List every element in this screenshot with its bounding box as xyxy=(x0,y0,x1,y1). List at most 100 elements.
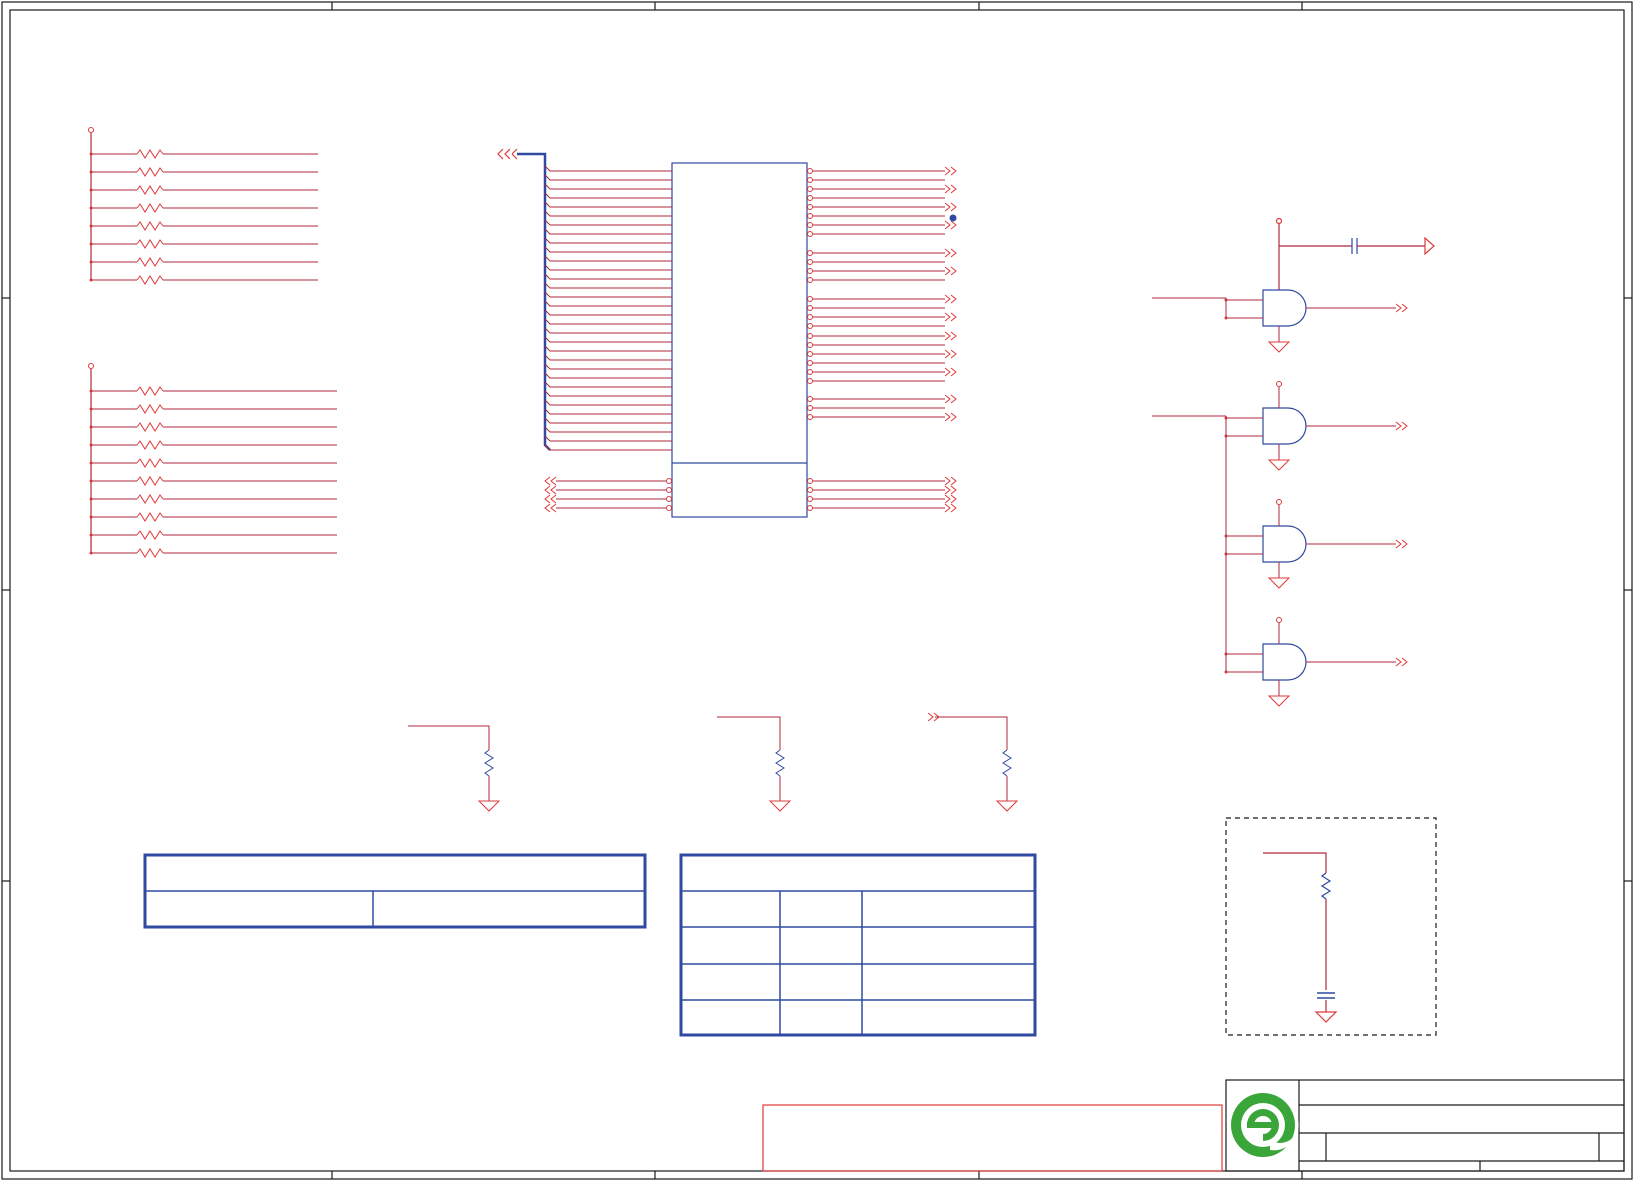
ic-right-pin xyxy=(807,349,957,359)
pin-bubble xyxy=(807,305,813,311)
resistor-symbol xyxy=(136,275,164,285)
pullup-resistor xyxy=(89,239,318,249)
power-pin xyxy=(1276,617,1282,623)
ground-symbol xyxy=(1267,577,1291,589)
resistor-symbol xyxy=(136,512,164,522)
off-page-connector xyxy=(944,349,957,359)
pulldown-resistor xyxy=(717,716,792,812)
pin-bubble xyxy=(807,414,813,420)
ic-left-pin xyxy=(544,237,672,244)
schematic-sheet xyxy=(1,1,1633,1180)
ic-right-pin xyxy=(807,266,957,276)
wire xyxy=(717,716,781,750)
ic-left-pin xyxy=(544,444,672,451)
pin-bubble xyxy=(807,323,813,329)
off-page-connector xyxy=(944,166,957,176)
ic-left-pin xyxy=(544,318,672,325)
ic-right-pin xyxy=(807,220,957,230)
resistor-symbol xyxy=(136,476,164,486)
ic-right-pin xyxy=(807,166,957,176)
resistor-symbol xyxy=(136,404,164,414)
ic-right-pins xyxy=(807,166,957,422)
pin-bubble xyxy=(807,333,813,339)
pin-bubble xyxy=(807,168,813,174)
ic-left-pin xyxy=(544,399,672,406)
company-logo-icon xyxy=(1231,1093,1299,1157)
pullup-resistor xyxy=(89,275,318,285)
resistor-symbol xyxy=(136,548,164,558)
off-page-connector xyxy=(944,202,957,212)
resistor-symbol xyxy=(136,386,164,396)
off-page-connector xyxy=(944,485,957,495)
and-gate-body xyxy=(1262,407,1307,445)
pin-bubble xyxy=(807,277,813,283)
pin-bubble xyxy=(807,195,813,201)
off-page-connector xyxy=(944,367,957,377)
pullup-resistor xyxy=(89,548,337,558)
off-page-connector xyxy=(944,184,957,194)
resistor-symbol xyxy=(136,257,164,267)
ic-left-pin xyxy=(544,201,672,208)
resistor-symbol xyxy=(136,458,164,468)
ic-left-pin xyxy=(544,210,672,217)
pin-bubble xyxy=(807,222,813,228)
off-page-connector xyxy=(944,294,957,304)
ic-right-pin xyxy=(807,323,945,329)
pulldown-resistor xyxy=(927,712,1019,812)
pullup-resistor xyxy=(89,422,337,432)
ic-right-pin xyxy=(807,342,945,348)
ic-left-pin xyxy=(544,255,672,262)
ic-right-pin xyxy=(807,184,957,194)
off-page-connector xyxy=(544,485,557,495)
pullup-resistor xyxy=(89,257,318,267)
pin-bubble xyxy=(807,396,813,402)
resistor-symbol xyxy=(136,494,164,504)
ground-symbol xyxy=(995,800,1019,812)
and-gate-section xyxy=(1152,217,1435,707)
ic-left-pin xyxy=(544,165,672,172)
and-gate xyxy=(1224,617,1408,707)
ic-right-pin xyxy=(807,305,945,311)
off-page-connector xyxy=(944,331,957,341)
pin-bubble xyxy=(807,250,813,256)
ic-right-pin xyxy=(807,177,945,183)
pin-bubble xyxy=(807,378,813,384)
resistor-symbol xyxy=(136,422,164,432)
pullup-resistor xyxy=(89,512,337,522)
pin-bubble xyxy=(807,496,813,502)
ic-left-pin xyxy=(544,363,672,370)
ic-right-pin xyxy=(807,312,957,322)
pullup-resistor xyxy=(89,404,337,414)
pin-bubble xyxy=(666,496,672,502)
resistor-symbol xyxy=(136,185,164,195)
and-gate-body xyxy=(1262,643,1307,681)
off-page-connector xyxy=(944,494,957,504)
ic-right-pin xyxy=(807,378,945,384)
pullup-resistor xyxy=(89,221,318,231)
power-pin xyxy=(1276,499,1282,505)
pin-bubble xyxy=(807,177,813,183)
pin-bubble xyxy=(666,505,672,511)
ic-right-pin xyxy=(807,360,945,366)
resistor-symbol xyxy=(136,221,164,231)
resistor-symbol xyxy=(136,149,164,159)
pullup-resistor xyxy=(89,530,337,540)
pullup-resistor xyxy=(89,386,337,396)
ground-symbol xyxy=(477,800,501,812)
pullup-resistor xyxy=(89,494,337,504)
pin-bubble xyxy=(807,314,813,320)
pin-bubble xyxy=(807,505,813,511)
decoupling-capacitor xyxy=(1275,217,1435,290)
ic-body xyxy=(671,162,808,518)
pin-bubble xyxy=(807,369,813,375)
resistor-symbol xyxy=(136,530,164,540)
off-page-connector xyxy=(944,220,957,230)
ic-left-pin xyxy=(544,381,672,388)
ic-bottom-pin xyxy=(544,503,957,513)
ic-left-pin xyxy=(544,417,672,424)
ic-bottom-pin xyxy=(544,485,957,495)
pin-bubble xyxy=(807,296,813,302)
off-page-connector xyxy=(944,503,957,513)
ic-right-pin xyxy=(807,202,957,212)
ic-left-pin xyxy=(544,390,672,397)
